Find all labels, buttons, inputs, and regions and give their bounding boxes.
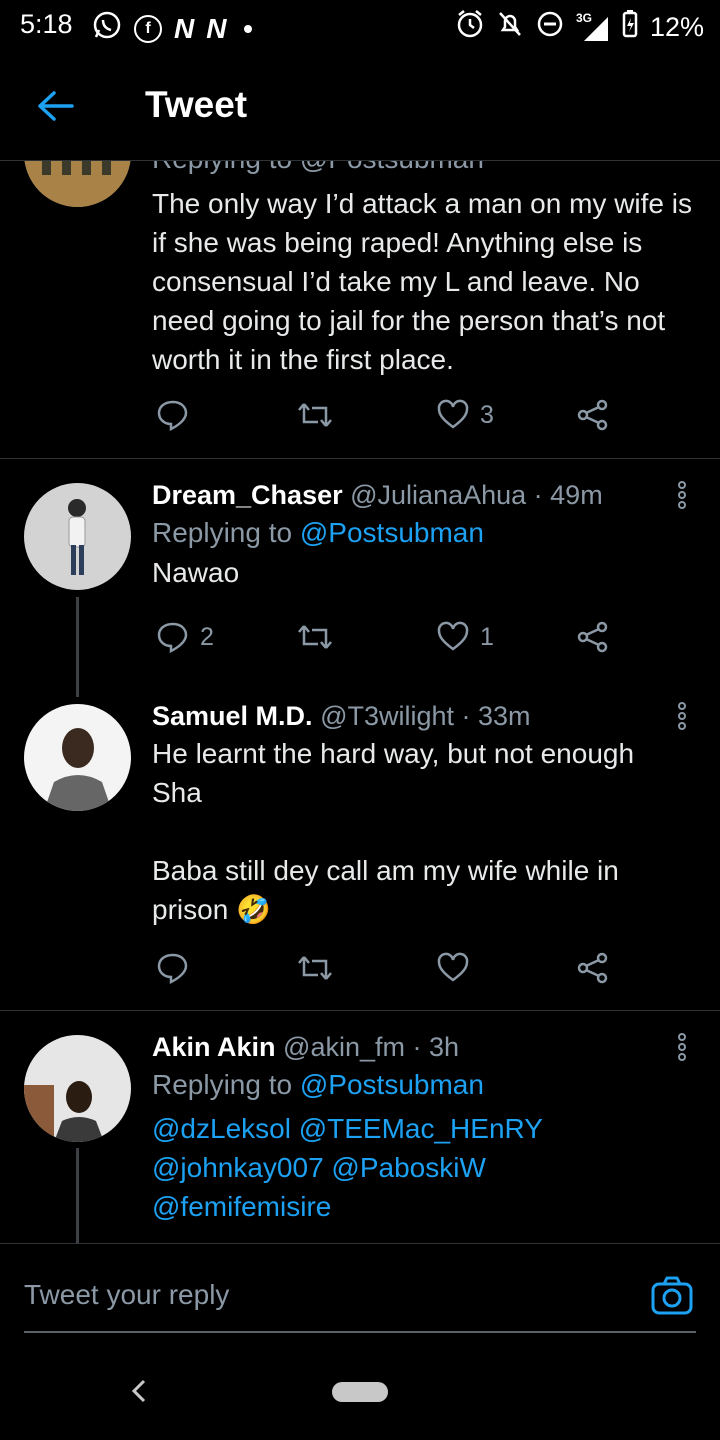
divider: [0, 458, 720, 459]
tweet-text-line: Sha: [152, 777, 202, 808]
like-count: 1: [480, 622, 494, 651]
reply-icon: [157, 400, 188, 432]
retweet-icon: [298, 403, 332, 427]
avatar[interactable]: [24, 704, 131, 811]
thread-line: [76, 597, 79, 697]
share-icon: [577, 952, 608, 984]
reply-icon: [157, 953, 188, 985]
tweet-time: · 33m: [461, 701, 531, 731]
reply-icon: [157, 622, 188, 654]
replying-to-link[interactable]: @Postsubman: [300, 1069, 484, 1100]
share-button[interactable]: [576, 620, 610, 654]
user-handle[interactable]: @JulianaAhua: [350, 480, 526, 510]
heart-icon: [437, 621, 469, 651]
tweet-text: The only way I’d attack a man on my wife…: [152, 184, 702, 379]
tweet-body: Nawao: [152, 557, 240, 588]
tweet-body: The only way I’d attack a man on my wife…: [152, 188, 692, 375]
nav-back-icon[interactable]: [128, 1375, 150, 1407]
like-button[interactable]: [436, 951, 470, 985]
heart-icon: [437, 952, 469, 982]
display-name[interactable]: Samuel M.D.: [152, 701, 313, 731]
replying-to-link[interactable]: @Postsubman: [300, 517, 484, 548]
thread-line: [76, 1148, 79, 1243]
tweet-actions: 2 1: [152, 620, 622, 660]
reply-composer: Tweet your reply: [0, 1243, 720, 1356]
avatar[interactable]: [24, 483, 131, 590]
divider: [0, 1010, 720, 1011]
tweet-feed[interactable]: Replying to @Postsubman The only way I’d…: [0, 0, 720, 1243]
tweet-time: · 3h: [412, 1032, 460, 1062]
user-handle[interactable]: @akin_fm: [283, 1032, 405, 1062]
retweet-button[interactable]: [296, 951, 334, 985]
reply-input-underline: [24, 1331, 696, 1333]
replying-prefix: Replying to: [152, 517, 293, 548]
retweet-icon: [298, 956, 332, 980]
share-icon: [577, 621, 608, 653]
tweet-mentions[interactable]: @dzLeksol @TEEMac_HEnRY @johnkay007 @Pab…: [152, 1109, 702, 1226]
mention-line[interactable]: @femifemisire: [152, 1187, 702, 1226]
reply-button[interactable]: [156, 398, 200, 432]
share-button[interactable]: [576, 398, 610, 432]
system-nav-bar: [0, 1355, 720, 1440]
reply-input[interactable]: Tweet your reply: [24, 1279, 229, 1311]
tweet-time: · 49m: [533, 480, 603, 510]
like-button[interactable]: 3: [436, 398, 494, 432]
avatar[interactable]: [24, 1035, 131, 1142]
replying-to: Replying to @Postsubman: [152, 517, 702, 549]
camera-icon[interactable]: [650, 1274, 694, 1318]
tweet-author[interactable]: Akin Akin @akin_fm · 3h: [152, 1032, 702, 1063]
back-arrow-icon[interactable]: [32, 82, 80, 130]
like-button[interactable]: 1: [436, 620, 494, 654]
tweet-actions: [152, 951, 622, 991]
retweet-button[interactable]: [296, 398, 344, 432]
page-title: Tweet: [145, 84, 248, 125]
display-name[interactable]: Dream_Chaser: [152, 480, 343, 510]
replying-to: Replying to @Postsubman: [152, 1069, 702, 1101]
tweet-author[interactable]: Dream_Chaser @JulianaAhua · 49m: [152, 480, 702, 511]
top-app-bar: Tweet: [0, 52, 720, 161]
mention-line[interactable]: @dzLeksol @TEEMac_HEnRY: [152, 1109, 702, 1148]
like-count: 3: [480, 400, 494, 429]
more-options-icon[interactable]: [670, 701, 694, 731]
tweet-text-line: prison 🤣: [152, 894, 271, 925]
tweet-text-line: Baba still dey call am my wife while in: [152, 855, 619, 886]
reply-button[interactable]: 2: [156, 620, 214, 654]
more-options-icon[interactable]: [670, 1032, 694, 1062]
reply-count: 2: [200, 622, 214, 651]
share-icon: [577, 399, 608, 431]
heart-icon: [437, 399, 469, 429]
display-name[interactable]: Akin Akin: [152, 1032, 276, 1062]
mention-line[interactable]: @johnkay007 @PaboskiW: [152, 1148, 702, 1187]
tweet-actions: 3: [152, 398, 622, 438]
user-handle[interactable]: @T3wilight: [320, 701, 454, 731]
tweet-author[interactable]: Samuel M.D. @T3wilight · 33m: [152, 701, 702, 732]
more-options-icon[interactable]: [670, 480, 694, 510]
retweet-button[interactable]: [296, 620, 334, 654]
nav-home-pill[interactable]: [332, 1382, 388, 1402]
share-button[interactable]: [576, 951, 610, 985]
retweet-icon: [298, 625, 332, 649]
tweet-body: He learnt the hard way, but not enough S…: [152, 734, 702, 929]
reply-button[interactable]: [156, 951, 190, 985]
tweet-text-line: He learnt the hard way, but not enough: [152, 738, 635, 769]
replying-prefix: Replying to: [152, 1069, 293, 1100]
